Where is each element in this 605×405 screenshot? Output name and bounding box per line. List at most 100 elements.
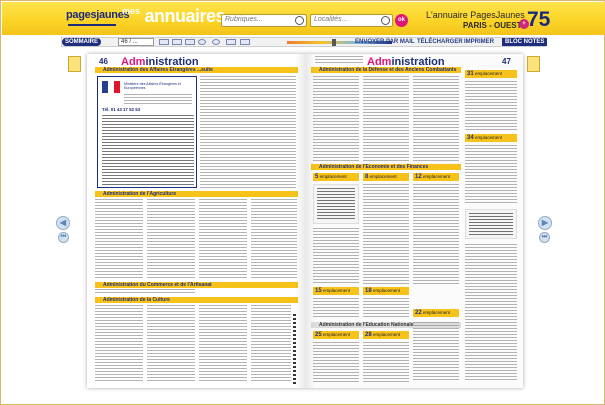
section-header: Administration de l'Économie et des Fina… — [311, 164, 461, 170]
telecharger-button[interactable]: TÉLÉCHARGER — [414, 38, 466, 46]
thumbnails-icon[interactable] — [185, 39, 195, 45]
advertisement-box[interactable] — [313, 184, 359, 224]
emplacement-number: 31 — [467, 71, 474, 77]
rubriques-search-input[interactable]: Rubriques... — [221, 14, 307, 27]
emplacement-number: 12 — [415, 174, 422, 180]
listing-column — [413, 184, 459, 284]
listing-column — [313, 228, 359, 284]
book-spread[interactable]: 46 Administration Administration des Aff… — [87, 54, 523, 388]
zoom-out-icon[interactable] — [212, 39, 220, 45]
emplacement-tag: 12 emplacement — [413, 173, 459, 181]
emplacement-number: 25 — [315, 332, 322, 338]
sticky-note-icon[interactable] — [527, 56, 540, 72]
emplacement-label: emplacement — [369, 174, 397, 179]
zoom-in-icon[interactable] — [198, 39, 206, 45]
search-icon[interactable] — [295, 16, 304, 25]
emplacement-label: emplacement — [322, 288, 350, 293]
section-header: Administration du Commerce et de l'Artis… — [95, 282, 298, 288]
header-bar: pagesjaunes mes annuaires Rubriques... L… — [2, 2, 605, 35]
emplacement-number: 22 — [415, 310, 422, 316]
localites-placeholder: Localités... — [314, 16, 348, 23]
listing-column — [199, 199, 247, 279]
listing-column — [200, 76, 296, 188]
listing-column — [313, 342, 359, 382]
ad-text — [469, 213, 513, 235]
logo-annuaires-text: annuaires — [144, 6, 226, 26]
toolbar: SOMMAIRE 46 / ... ENVOYER PAR MAIL TÉLÉC… — [61, 37, 548, 47]
single-page-icon[interactable] — [159, 39, 169, 45]
skip-last-icon: ⏭ — [541, 234, 548, 240]
emplacement-tag: 18 emplacement — [363, 287, 409, 295]
ministry-details — [102, 115, 194, 185]
listing-column — [363, 342, 409, 382]
emplacement-number: 34 — [467, 135, 474, 141]
emplacement-label: emplacement — [319, 174, 347, 179]
search-icon[interactable] — [381, 16, 390, 25]
emplacement-tag: 25 emplacement — [313, 331, 359, 339]
listing-column — [465, 81, 517, 131]
right-page-number: 47 — [502, 57, 511, 66]
sommaire-button[interactable]: SOMMAIRE — [62, 38, 101, 46]
listing-column — [199, 305, 247, 383]
page-note — [315, 56, 363, 64]
emplacement-label: emplacement — [322, 332, 350, 337]
emplacement-label: emplacement — [372, 332, 400, 337]
last-page-button[interactable]: ⏭ — [539, 232, 550, 243]
link-icon[interactable] — [240, 39, 250, 45]
ad-text — [317, 188, 355, 220]
first-page-button[interactable]: ⏮ — [58, 232, 69, 243]
chevron-right-icon: ▶ — [541, 218, 549, 227]
emplacement-number: 8 — [365, 174, 369, 180]
section-header: Administration de la Culture — [95, 297, 298, 303]
republique-francaise-logo — [102, 81, 120, 93]
book-gutter — [295, 54, 315, 388]
listing-column — [251, 305, 291, 383]
brand-region: PARIS - OUEST — [463, 21, 522, 30]
skip-first-icon: ⏮ — [60, 234, 67, 240]
left-page-number: 46 — [99, 57, 108, 66]
logo-mes-text: mes — [122, 6, 141, 16]
zoom-slider-knob[interactable] — [332, 39, 337, 46]
emplacement-tag: 34 emplacement — [465, 134, 517, 142]
imprimer-button[interactable]: IMPRIMER — [461, 38, 497, 46]
section-header: Administration des Affaires Étrangères .… — [95, 67, 298, 73]
listing-column — [465, 145, 517, 205]
left-page[interactable]: 46 Administration Administration des Aff… — [87, 54, 305, 388]
emplacement-number: 28 — [365, 332, 372, 338]
emplacement-label: emplacement — [422, 310, 450, 315]
ok-button[interactable]: ok — [395, 14, 408, 27]
previous-page-button[interactable]: ◀ — [56, 216, 70, 230]
listing-column — [147, 199, 195, 279]
brand-title: L'annuaire PagesJaunes — [426, 10, 525, 20]
viewer-frame: pagesjaunes mes annuaires Rubriques... L… — [0, 0, 605, 405]
bloc-notes-button[interactable]: BLOC NOTES — [502, 38, 548, 46]
listing-row — [95, 289, 195, 295]
advertisement-box[interactable] — [465, 209, 517, 239]
emplacement-tag: 5 emplacement — [313, 173, 359, 181]
section-header: Administration de la Défense et des Anci… — [311, 67, 461, 73]
listing-column — [363, 184, 409, 284]
next-page-button[interactable]: ▶ — [538, 216, 552, 230]
rubriques-placeholder: Rubriques... — [225, 16, 263, 23]
envoyer-par-mail-button[interactable]: ENVOYER PAR MAIL — [352, 38, 418, 46]
pagesjaunes-logo[interactable]: pagesjaunes — [66, 7, 130, 29]
localites-search-input[interactable]: Localités... — [310, 14, 393, 27]
right-page[interactable]: Administration 47 Administration de la D… — [305, 54, 523, 388]
double-page-icon[interactable] — [172, 39, 182, 45]
emplacement-label: emplacement — [474, 71, 502, 76]
mes-annuaires-logo[interactable]: mes annuaires — [122, 6, 226, 30]
listing-column — [251, 199, 297, 279]
sticky-note-icon[interactable] — [68, 56, 81, 72]
fullscreen-icon[interactable] — [226, 39, 236, 45]
emplacement-label: emplacement — [474, 135, 502, 140]
listing-column — [313, 298, 359, 318]
brand-number: 75 — [527, 8, 551, 31]
emplacement-tag: 15 emplacement — [313, 287, 359, 295]
pagesjaunes-logo-text: pagesjaunes — [66, 9, 130, 21]
emplacement-tag: 22 emplacement — [413, 309, 459, 317]
ministry-address — [124, 94, 192, 104]
ministry-phone: Tél. 01 43 17 53 53 — [102, 107, 141, 112]
emplacement-tag: 31 emplacement — [465, 70, 517, 78]
page-number-input[interactable]: 46 / ... — [118, 38, 154, 46]
listing-column — [413, 76, 459, 161]
